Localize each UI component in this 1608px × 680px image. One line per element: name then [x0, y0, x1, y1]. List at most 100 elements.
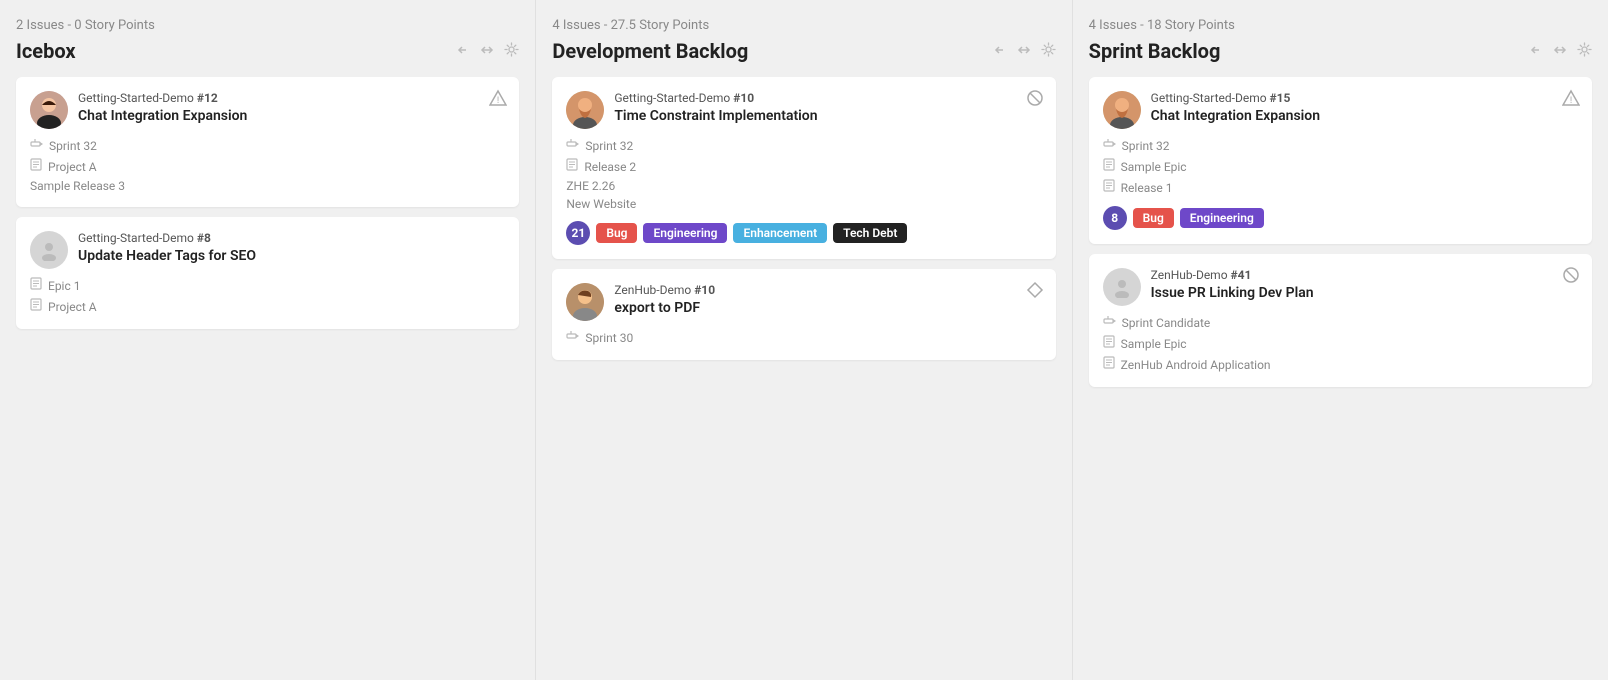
card-title-block: ZenHub-Demo #41 Issue PR Linking Dev Plan	[1151, 268, 1578, 302]
avatar	[1103, 268, 1141, 306]
meta-text: Release 1	[1121, 181, 1173, 195]
card-project: ZenHub-Demo #10	[614, 283, 1041, 297]
card-issue-number: #10	[694, 283, 715, 297]
card[interactable]: ! Getting-Started-Demo #15 Chat Integrati…	[1089, 77, 1592, 244]
meta-text: New Website	[566, 197, 636, 211]
meta-text: Sample Release 3	[30, 179, 125, 193]
card-meta-row: Release 1	[1103, 179, 1578, 196]
card-header: ZenHub-Demo #10export to PDF	[566, 283, 1041, 321]
column-title: Icebox	[16, 39, 76, 63]
card-meta-row: ZHE 2.26	[566, 179, 1041, 193]
meta-text: Project A	[48, 160, 97, 174]
column-meta: 2 Issues - 0 Story Points	[16, 18, 519, 33]
document-icon	[30, 298, 42, 315]
card-meta-row: Sprint 32	[1103, 137, 1578, 154]
column-actions	[456, 42, 519, 61]
card-title-block: ZenHub-Demo #10export to PDF	[614, 283, 1041, 317]
card-title-block: Getting-Started-Demo #10Time Constraint …	[614, 91, 1041, 125]
card-name: Chat Integration Expansion	[1151, 107, 1578, 125]
kanban-board: 2 Issues - 0 Story PointsIcebox! Getting…	[0, 0, 1608, 680]
meta-text: Sprint 32	[1122, 139, 1170, 153]
avatar	[30, 91, 68, 129]
document-icon	[1103, 158, 1115, 175]
card-name: Chat Integration Expansion	[78, 107, 505, 125]
card-meta-row: Sprint Candidate	[1103, 314, 1578, 331]
card-project: Getting-Started-Demo #15	[1151, 91, 1578, 105]
svg-text:!: !	[1570, 96, 1572, 106]
expand-icon[interactable]	[1017, 42, 1031, 61]
label-enhancement: Enhancement	[733, 223, 827, 243]
document-icon	[1103, 335, 1115, 352]
card-meta-row: Release 2	[566, 158, 1041, 175]
column-meta: 4 Issues - 18 Story Points	[1089, 18, 1592, 33]
card-name: Issue PR Linking Dev Plan	[1151, 284, 1578, 302]
card-project: Getting-Started-Demo #10	[614, 91, 1041, 105]
card[interactable]: Getting-Started-Demo #10Time Constraint …	[552, 77, 1055, 259]
meta-text: ZenHub Android Application	[1121, 358, 1271, 372]
label-bug: Bug	[1133, 208, 1174, 228]
collapse-left-icon[interactable]	[993, 42, 1007, 61]
card-header: Getting-Started-Demo #12 Chat Integration…	[30, 91, 505, 129]
warning-icon: !	[1562, 89, 1580, 111]
svg-text:!: !	[497, 96, 499, 106]
card-project: Getting-Started-Demo #12	[78, 91, 505, 105]
signpost-icon	[1103, 314, 1116, 331]
diamond-icon	[1026, 281, 1044, 303]
collapse-left-icon[interactable]	[1529, 42, 1543, 61]
card-title-block: Getting-Started-Demo #8Update Header Tag…	[78, 231, 505, 265]
column-dev-backlog: 4 Issues - 27.5 Story Points Development …	[536, 0, 1072, 680]
card-project: ZenHub-Demo #41	[1151, 268, 1578, 282]
card-meta-row: Project A	[30, 298, 505, 315]
card[interactable]: ! Getting-Started-Demo #12 Chat Integrati…	[16, 77, 519, 207]
card-meta-row: Epic 1	[30, 277, 505, 294]
card-meta-row: Sprint 30	[566, 329, 1041, 346]
gear-icon[interactable]	[504, 42, 519, 61]
card[interactable]: ZenHub-Demo #41 Issue PR Linking Dev Plan…	[1089, 254, 1592, 387]
meta-text: Sprint 32	[585, 139, 633, 153]
card-meta-row: Sample Epic	[1103, 335, 1578, 352]
label-techdebt: Tech Debt	[833, 223, 907, 243]
expand-icon[interactable]	[480, 42, 494, 61]
card-meta-row: Sample Epic	[1103, 158, 1578, 175]
label-engineering: Engineering	[643, 223, 727, 243]
card[interactable]: Getting-Started-Demo #8Update Header Tag…	[16, 217, 519, 329]
labels-row: 21BugEngineeringEnhancementTech Debt	[566, 221, 1041, 245]
card-meta-row: Sprint 32	[30, 137, 505, 154]
meta-text: Sprint Candidate	[1122, 316, 1211, 330]
column-actions	[993, 42, 1056, 61]
label-bug: Bug	[596, 223, 637, 243]
gear-icon[interactable]	[1041, 42, 1056, 61]
card-title-block: Getting-Started-Demo #12 Chat Integration…	[78, 91, 505, 125]
card-issue-number: #15	[1270, 91, 1291, 105]
meta-text: Project A	[48, 300, 97, 314]
label-count: 8	[1103, 206, 1127, 230]
card-title-block: Getting-Started-Demo #15 Chat Integration…	[1151, 91, 1578, 125]
signpost-icon	[30, 137, 43, 154]
collapse-left-icon[interactable]	[456, 42, 470, 61]
card-header: ZenHub-Demo #41 Issue PR Linking Dev Plan	[1103, 268, 1578, 306]
label-engineering: Engineering	[1180, 208, 1264, 228]
column-header: Sprint Backlog	[1089, 39, 1592, 63]
expand-icon[interactable]	[1553, 42, 1567, 61]
document-icon	[30, 277, 42, 294]
card-meta-row: Project A	[30, 158, 505, 175]
card-meta-row: Sprint 32	[566, 137, 1041, 154]
avatar	[30, 231, 68, 269]
document-icon	[566, 158, 578, 175]
column-icebox: 2 Issues - 0 Story PointsIcebox! Getting…	[0, 0, 536, 680]
column-header: Development Backlog	[552, 39, 1055, 63]
column-actions	[1529, 42, 1592, 61]
gear-icon[interactable]	[1577, 42, 1592, 61]
signpost-icon	[1103, 137, 1116, 154]
card-issue-number: #8	[197, 231, 211, 245]
labels-row: 8 Bug Engineering	[1103, 206, 1578, 230]
card[interactable]: ZenHub-Demo #10export to PDF Sprint 30	[552, 269, 1055, 360]
card-meta-row: New Website	[566, 197, 1041, 211]
card-issue-number: #41	[1231, 268, 1252, 282]
meta-text: ZHE 2.26	[566, 179, 615, 193]
column-meta: 4 Issues - 27.5 Story Points	[552, 18, 1055, 33]
avatar	[1103, 91, 1141, 129]
meta-text: Release 2	[584, 160, 636, 174]
avatar	[566, 91, 604, 129]
meta-text: Sprint 30	[585, 331, 633, 345]
